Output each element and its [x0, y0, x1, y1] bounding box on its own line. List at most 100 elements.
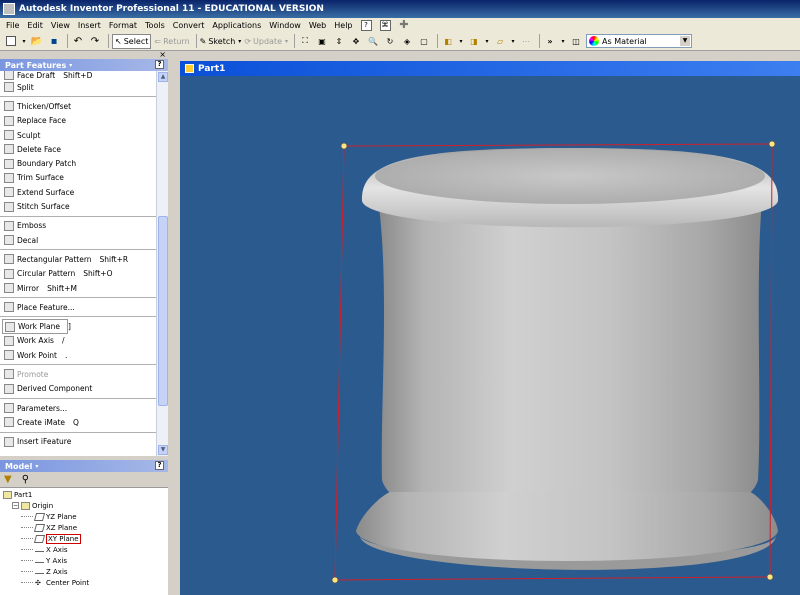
analysis-icon[interactable]: »: [543, 34, 557, 49]
panel-item[interactable]: Delete Face: [0, 142, 156, 156]
panel-item[interactable]: Thicken/Offset: [0, 99, 156, 113]
undo-icon[interactable]: ↶: [71, 34, 85, 49]
close-icon[interactable]: ×: [159, 50, 166, 59]
panel-item[interactable]: Place Feature...: [0, 300, 156, 314]
tree-node[interactable]: Part1: [0, 489, 168, 500]
zoom-icon[interactable]: ⇕: [332, 34, 346, 49]
display-mode-icon[interactable]: ◧: [441, 34, 455, 49]
panel-item[interactable]: Rectangular Pattern Shift+R: [0, 252, 156, 266]
scroll-down-icon[interactable]: ▼: [158, 445, 168, 455]
tree-node[interactable]: XZ Plane: [0, 522, 168, 533]
menu-edit[interactable]: Edit: [27, 21, 43, 30]
panel-scrollbar[interactable]: ▲ ▼: [156, 71, 168, 456]
panel-header[interactable]: Part Features ▾ ?: [0, 59, 168, 71]
menu-convert[interactable]: Convert: [173, 21, 205, 30]
plane-handle[interactable]: [340, 142, 348, 150]
panel-bar: × Part Features ▾ ? Face Draft Shift+D Spl…: [0, 50, 168, 456]
chevron-down-icon[interactable]: ▾: [510, 34, 516, 49]
plane-handle[interactable]: [766, 573, 774, 581]
panel-item[interactable]: Promote: [0, 367, 156, 381]
menu-window[interactable]: Window: [269, 21, 301, 30]
panel-item[interactable]: Insert iFeature: [0, 435, 156, 449]
menu-web[interactable]: Web: [309, 21, 326, 30]
plane-handle[interactable]: [331, 576, 339, 584]
style-icon[interactable]: ◫: [569, 34, 583, 49]
help-icon[interactable]: ?: [155, 60, 164, 69]
camera-view-icon[interactable]: ◨: [467, 34, 481, 49]
rotate-icon[interactable]: ↻: [383, 34, 397, 49]
tree-node[interactable]: Y Axis: [0, 555, 168, 566]
save-icon[interactable]: ▪: [47, 34, 61, 49]
tree-node[interactable]: YZ Plane: [0, 511, 168, 522]
model-canvas[interactable]: [180, 76, 800, 595]
panel-item[interactable]: Parameters...: [0, 401, 156, 415]
panel-item[interactable]: Extend Surface: [0, 185, 156, 199]
panel-item[interactable]: Circular Pattern Shift+O: [0, 267, 156, 281]
tree-node[interactable]: − Origin: [0, 500, 168, 511]
look-at-icon[interactable]: ◈: [400, 34, 414, 49]
menu-view[interactable]: View: [51, 21, 70, 30]
select-button[interactable]: ↖ Select: [112, 33, 152, 49]
panel-item[interactable]: Boundary Patch: [0, 156, 156, 170]
chevron-down-icon[interactable]: ▾: [458, 34, 464, 49]
panel-item[interactable]: Stitch Surface: [0, 199, 156, 213]
panel-item[interactable]: Derived Component: [0, 382, 156, 396]
tree-node[interactable]: X Axis: [0, 544, 168, 555]
sketch-button[interactable]: ✎ Sketch ▾: [200, 34, 242, 49]
panel-item[interactable]: Create iMate Q: [0, 415, 156, 429]
panel-item-label: Create iMate: [17, 417, 66, 427]
tree-node[interactable]: Z Axis: [0, 566, 168, 577]
zoom-all-icon[interactable]: ⛶: [298, 34, 312, 49]
add-icon[interactable]: ✚: [399, 19, 410, 31]
return-button[interactable]: ⇐ Return: [154, 34, 189, 49]
part-model[interactable]: [356, 148, 779, 570]
panel-item[interactable]: Work Point.: [0, 348, 156, 362]
toolbar-separator: [195, 34, 197, 48]
material-select[interactable]: As Material ▼: [586, 34, 693, 48]
plane-handle[interactable]: [768, 140, 776, 148]
replace-face-icon: [4, 115, 14, 126]
panel-item[interactable]: Sculpt: [0, 128, 156, 142]
scroll-up-icon[interactable]: ▲: [158, 72, 168, 82]
pan-icon[interactable]: ✥: [349, 34, 363, 49]
chevron-down-icon[interactable]: ▾: [484, 34, 490, 49]
tree-node[interactable]: ✣ Center Point: [0, 577, 168, 588]
panel-item[interactable]: Trim Surface: [0, 171, 156, 185]
menu-applications[interactable]: Applications: [212, 21, 261, 30]
document-title-bar[interactable]: Part1: [180, 61, 800, 76]
zoom-selected-icon[interactable]: 🔍: [366, 34, 380, 49]
panel-item[interactable]: Decal: [0, 233, 156, 247]
zoom-window-icon[interactable]: ▣: [315, 34, 329, 49]
network-icon[interactable]: ⌘: [379, 19, 391, 31]
scroll-thumb[interactable]: [158, 216, 168, 406]
menu-help[interactable]: Help: [334, 21, 352, 30]
help-topics-icon[interactable]: ?: [360, 19, 372, 31]
dropdown-arrow-icon[interactable]: ▾: [21, 34, 27, 49]
panel-item[interactable]: Split: [0, 80, 156, 94]
menu-file[interactable]: File: [6, 21, 19, 30]
collapse-icon[interactable]: −: [12, 502, 19, 509]
filter-icon[interactable]: ▼: [4, 474, 12, 485]
open-icon[interactable]: 📂: [30, 34, 44, 49]
panel-item[interactable]: Face Draft Shift+D: [0, 71, 156, 80]
panel-item[interactable]: Emboss: [0, 219, 156, 233]
update-button[interactable]: ⟳ Update ▾: [244, 34, 288, 49]
sectional-view-icon[interactable]: ⋯: [519, 34, 533, 49]
camera-icon[interactable]: ▢: [417, 34, 431, 49]
chevron-down-icon[interactable]: ▾: [560, 34, 566, 49]
panel-item[interactable]: Work Axis /: [0, 334, 156, 348]
menu-format[interactable]: Format: [109, 21, 137, 30]
find-icon[interactable]: ⚲: [22, 474, 29, 485]
browser-header[interactable]: Model ▾ ?: [0, 460, 168, 472]
menu-tools[interactable]: Tools: [145, 21, 165, 30]
panel-item[interactable]: Work Plane]: [2, 319, 71, 334]
redo-icon[interactable]: ↷: [88, 34, 102, 49]
ground-shadow-icon[interactable]: ▱: [493, 34, 507, 49]
new-icon[interactable]: [4, 34, 18, 49]
help-icon[interactable]: ?: [155, 461, 164, 470]
panel-item[interactable]: Mirror Shift+M: [0, 281, 156, 295]
panel-item[interactable]: Replace Face: [0, 114, 156, 128]
graphics-viewport[interactable]: [180, 76, 800, 595]
tree-node[interactable]: XY Plane: [0, 533, 168, 544]
menu-insert[interactable]: Insert: [78, 21, 101, 30]
